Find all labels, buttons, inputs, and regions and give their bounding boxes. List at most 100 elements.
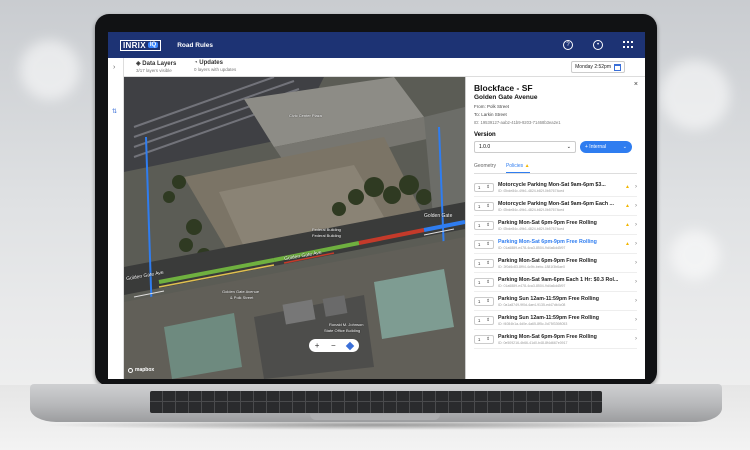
zoom-out-button[interactable]: − xyxy=(331,341,336,350)
policy-row[interactable]: 1 ⇕ Motorcycle Parking Mon-Sat 9am-6pm $3.… xyxy=(474,178,637,197)
stepper-arrows-icon: ⇕ xyxy=(486,336,491,341)
policy-row[interactable]: 1 ⇕ Parking Sun 12am-11:59pm Free Rolling I… xyxy=(474,311,637,330)
stepper-arrows-icon: ⇕ xyxy=(486,241,491,246)
date-picker-button[interactable]: Monday 2:52pm xyxy=(571,61,625,73)
stepper-arrows-icon: ⇕ xyxy=(486,203,491,208)
policy-text: Parking Mon-Sat 6pm-9pm Free Rolling ID: … xyxy=(498,220,625,231)
quantity-stepper[interactable]: 1 ⇕ xyxy=(474,182,494,192)
map-label-federal-2: Federal Building xyxy=(312,233,341,238)
policy-row[interactable]: 1 ⇕ Parking Mon-Sat 6pm-9pm Free Rolling ID… xyxy=(474,254,637,273)
internal-button[interactable]: + Internal ⌄ xyxy=(580,141,632,153)
satellite-map[interactable]: Civic Center Plaza Golden Gate Golden Ga… xyxy=(124,77,465,379)
account-icon[interactable]: • xyxy=(593,40,603,50)
policy-text: Motorcycle Parking Mon-Sat 9am-6pm $3...… xyxy=(498,182,625,193)
policy-qty: 1 xyxy=(477,298,481,304)
policy-text: Parking Mon-Sat 9am-6pm Each 1 Hr: $0.3 … xyxy=(498,277,625,288)
chevron-right-icon[interactable]: › xyxy=(631,184,637,190)
chevron-right-icon[interactable]: › xyxy=(631,203,637,209)
close-icon[interactable]: × xyxy=(634,81,638,88)
policy-qty: 1 xyxy=(477,203,481,209)
policy-name: Parking Mon-Sat 6pm-9pm Free Rolling xyxy=(498,257,597,264)
policy-list: 1 ⇕ Motorcycle Parking Mon-Sat 9am-6pm $3.… xyxy=(474,178,637,349)
policy-qty: 1 xyxy=(477,317,481,323)
warning-icon: ▲ xyxy=(524,163,530,169)
laptop-keyboard xyxy=(150,391,602,413)
updates-sub: 0 layers with updates xyxy=(194,67,237,72)
quantity-stepper[interactable]: 1 ⇕ xyxy=(474,334,494,344)
quantity-stepper[interactable]: 1 ⇕ xyxy=(474,258,494,268)
quantity-stepper[interactable]: 1 ⇕ xyxy=(474,201,494,211)
collapsed-sidebar: › ⇅ xyxy=(108,58,124,379)
policy-id: ID: f2bde84c-49b1-4824-b82f-0b57674ced xyxy=(498,226,565,231)
help-icon[interactable]: ? xyxy=(563,40,573,50)
blockface-id: ID: 19539127-aab2-41b9-9203-71468b3ea2e1 xyxy=(474,120,561,125)
chevron-right-icon[interactable]: › xyxy=(631,222,637,228)
policy-qty: 1 xyxy=(477,222,481,228)
policy-row[interactable]: 1 ⇕ Parking Mon-Sat 6pm-9pm Free Rolling ID… xyxy=(474,235,637,254)
policy-row[interactable]: 1 ⇕ Parking Mon-Sat 6pm-9pm Free Rolling ID… xyxy=(474,216,637,235)
quantity-stepper[interactable]: 1 ⇕ xyxy=(474,296,494,306)
policy-name: Parking Mon-Sat 9am-6pm Each 1 Hr: $0.3 … xyxy=(498,276,619,283)
tab-policies-label: Policies xyxy=(505,163,524,169)
stepper-arrows-icon: ⇕ xyxy=(486,184,491,189)
map-controls: + − xyxy=(309,339,359,352)
chevron-right-icon[interactable]: › xyxy=(631,241,637,247)
chevron-right-icon[interactable]: › xyxy=(631,336,637,342)
mapbox-attribution: mapbox xyxy=(128,367,154,373)
map-label-top-building: Civic Center Plaza xyxy=(289,113,322,118)
policy-id: ID: 01a6889-e478-4ca3-8504-9d4a6dd3f97 xyxy=(498,283,566,288)
policy-text: Parking Sun 12am-11:59pm Free Rolling ID:… xyxy=(498,296,625,307)
inrix-logo[interactable]: INRIX IQ xyxy=(120,39,162,51)
tab-policies[interactable]: Policies ▲ xyxy=(505,163,530,173)
laptop-trackpad-notch xyxy=(310,414,440,420)
chevron-right-icon[interactable]: › xyxy=(631,279,637,285)
policy-name: Motorcycle Parking Mon-Sat 9am-6pm Each … xyxy=(498,200,614,207)
chevron-right-icon[interactable]: › xyxy=(631,317,637,323)
quantity-stepper[interactable]: 1 ⇕ xyxy=(474,220,494,230)
to-street: To: Larkin Street xyxy=(474,112,507,117)
policy-row[interactable]: 1 ⇕ Parking Mon-Sat 6pm-9pm Free Rolling ID… xyxy=(474,330,637,349)
updates-button[interactable]: ◔ Updates 0 layers with updates xyxy=(194,60,236,72)
data-layers-button[interactable]: ◈ Data Layers 3/17 layers visible xyxy=(136,60,176,73)
zoom-in-button[interactable]: + xyxy=(315,341,320,350)
policy-name: Motorcycle Parking Mon-Sat 9am-6pm $3... xyxy=(498,181,606,188)
policy-id: ID: f2bde84c-49b1-4824-b82f-0b57674ced xyxy=(498,207,565,212)
legend-icon[interactable]: ⇅ xyxy=(112,108,117,115)
quantity-stepper[interactable]: 1 ⇕ xyxy=(474,239,494,249)
apps-grid-icon[interactable] xyxy=(623,41,633,49)
map-label-federal: Federal Building xyxy=(312,227,341,232)
logo-text: INRIX xyxy=(123,40,146,50)
policy-qty: 1 xyxy=(477,260,481,266)
stepper-arrows-icon: ⇕ xyxy=(486,260,491,265)
version-row: 1.0.0 ⌄ + Internal ⌄ xyxy=(474,141,637,153)
policy-row[interactable]: 1 ⇕ Motorcycle Parking Mon-Sat 9am-6pm Eac… xyxy=(474,197,637,216)
from-street: From: Polk Street xyxy=(474,104,510,109)
version-select[interactable]: 1.0.0 ⌄ xyxy=(474,141,576,153)
bokeh-light xyxy=(660,60,730,130)
version-label: Version xyxy=(474,132,496,138)
policy-row[interactable]: 1 ⇕ Parking Mon-Sat 9am-6pm Each 1 Hr: $0.… xyxy=(474,273,637,292)
logo-badge: IQ xyxy=(147,42,159,48)
chevron-right-icon[interactable]: › xyxy=(113,64,115,71)
policy-id: ID: 0e509216-4b66-41d0-b48-8f4d667e0917 xyxy=(498,340,568,345)
blockface-panel: × Blockface - SF Golden Gate Avenue From… xyxy=(465,77,645,379)
mapbox-logo-icon xyxy=(128,367,133,373)
panel-title: Blockface - SF xyxy=(474,83,533,93)
policy-id: ID: f4084b1a-4d0e-4a65-8f5c-0d75f3398053 xyxy=(498,321,568,326)
policy-name: Parking Sun 12am-11:59pm Free Rolling xyxy=(498,295,599,302)
chevron-right-icon[interactable]: › xyxy=(631,260,637,266)
map-layers-icon[interactable] xyxy=(345,341,355,350)
stepper-arrows-icon: ⇕ xyxy=(486,279,491,284)
updates-label: Updates xyxy=(199,60,223,66)
chevron-right-icon[interactable]: › xyxy=(631,298,637,304)
tab-geometry[interactable]: Geometry xyxy=(474,163,496,173)
policy-text: Parking Mon-Sat 6pm-9pm Free Rolling ID: … xyxy=(498,258,625,269)
map-imagery xyxy=(124,77,465,379)
policy-row[interactable]: 1 ⇕ Parking Sun 12am-11:59pm Free Rolling I… xyxy=(474,292,637,311)
quantity-stepper[interactable]: 1 ⇕ xyxy=(474,315,494,325)
quantity-stepper[interactable]: 1 ⇕ xyxy=(474,277,494,287)
policy-id: ID: 2f0d6c83-8f94-4c9b-bebc-1881f3b6ae0 xyxy=(498,264,565,269)
policy-id: ID: 01a6889-e478-4ca3-8504-9d4a6dd3f97 xyxy=(498,245,566,250)
policy-text: Motorcycle Parking Mon-Sat 9am-6pm Each … xyxy=(498,201,625,212)
data-layers-sub: 3/17 layers visible xyxy=(136,68,172,73)
